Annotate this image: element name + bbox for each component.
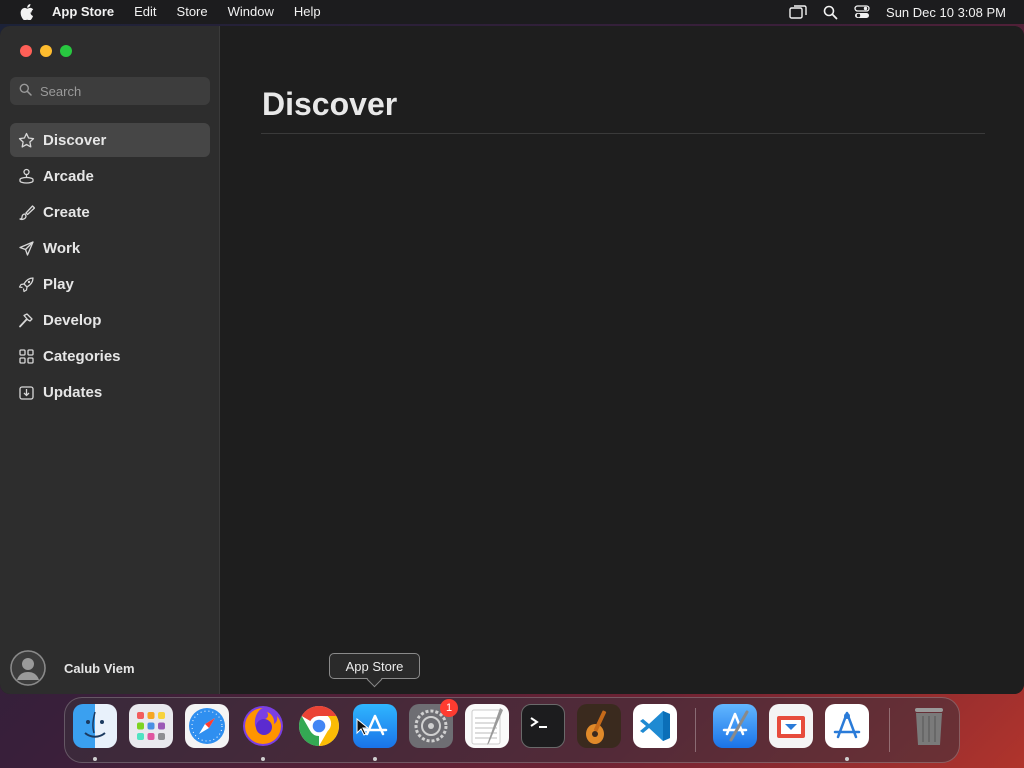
sidebar-item-label: Arcade [43,167,94,185]
terminal-icon[interactable] [521,704,565,748]
sidebar-item-discover[interactable]: Discover [10,123,210,157]
sidebar-item-label: Categories [43,347,121,365]
sidebar-item-categories[interactable]: Categories [10,339,210,373]
sidebar: Search Discover Arcade Create Work Play … [0,26,220,694]
firefox-running-indicator [261,757,265,761]
sidebar-item-updates[interactable]: Updates [10,375,210,409]
sidebar-item-work[interactable]: Work [10,231,210,265]
settings-badge: 1 [440,699,458,717]
sidebar-item-arcade[interactable]: Arcade [10,159,210,193]
window-controls [20,45,72,57]
firefox-icon[interactable] [241,704,285,748]
dock-separator [889,708,890,752]
control-center-icon[interactable] [854,5,870,19]
sidebar-item-label: Create [43,203,90,221]
trash-icon[interactable] [907,704,951,748]
rocket-icon [17,275,35,293]
dock-separator [695,708,696,752]
finder-icon[interactable] [73,704,117,748]
paper-plane-icon [17,239,35,257]
search-placeholder: Search [40,83,82,99]
grid-icon [17,347,35,365]
chrome-icon[interactable] [297,704,341,748]
launchpad-icon[interactable] [129,704,173,748]
safari-icon[interactable] [185,704,229,748]
joystick-icon [17,167,35,185]
brush-icon [17,203,35,221]
vscode-icon[interactable] [633,704,677,748]
mouse-cursor-icon [356,717,370,741]
minimize-button[interactable] [40,45,52,57]
app-store-running-indicator [373,757,377,761]
garageband-icon[interactable] [577,704,621,748]
instruments-running-indicator [845,757,849,761]
app-store-window: Search Discover Arcade Create Work Play … [0,26,1024,694]
sidebar-item-create[interactable]: Create [10,195,210,229]
microsoft-remote-desktop-icon[interactable] [769,704,813,748]
zoom-button[interactable] [60,45,72,57]
tooltip-text: App Store [345,658,404,674]
user-account[interactable]: Calub Viem [10,650,135,686]
search-icon [19,83,40,99]
system-settings-icon[interactable]: 1 [409,699,458,748]
menu-store[interactable]: Store [177,0,208,24]
menu-bar: App Store Edit Store Window Help Sun Dec… [0,0,1024,24]
menu-edit[interactable]: Edit [134,0,156,24]
menu-help[interactable]: Help [294,0,321,24]
sidebar-item-label: Work [43,239,81,257]
avatar-icon [10,650,46,686]
dock: 1 [64,697,960,763]
sidebar-nav: Discover Arcade Create Work Play Develop… [10,123,210,411]
spotlight-search-icon[interactable] [823,5,838,20]
title-divider [261,133,985,134]
hammer-icon [17,311,35,329]
page-title: Discover [262,86,398,122]
apple-menu-icon[interactable] [16,0,38,24]
menu-app-name[interactable]: App Store [52,0,114,24]
screen-mirroring-icon[interactable] [789,5,807,19]
sidebar-item-label: Updates [43,383,103,401]
menu-window[interactable]: Window [228,0,274,24]
user-name: Calub Viem [64,660,135,676]
download-icon [17,383,35,401]
menu-clock[interactable]: Sun Dec 10 3:08 PM [886,5,1006,20]
star-icon [17,131,35,149]
sidebar-item-label: Play [43,275,74,293]
xcode-icon[interactable] [713,704,757,748]
finder-running-indicator [93,757,97,761]
main-content: Discover [221,26,1024,694]
sidebar-item-develop[interactable]: Develop [10,303,210,337]
textedit-icon[interactable] [465,704,509,748]
sidebar-item-label: Discover [43,131,107,149]
dock-tooltip: App Store [329,653,420,679]
close-button[interactable] [20,45,32,57]
search-input[interactable]: Search [10,77,210,105]
sidebar-item-play[interactable]: Play [10,267,210,301]
sidebar-item-label: Develop [43,311,102,329]
instruments-icon[interactable] [825,704,869,748]
